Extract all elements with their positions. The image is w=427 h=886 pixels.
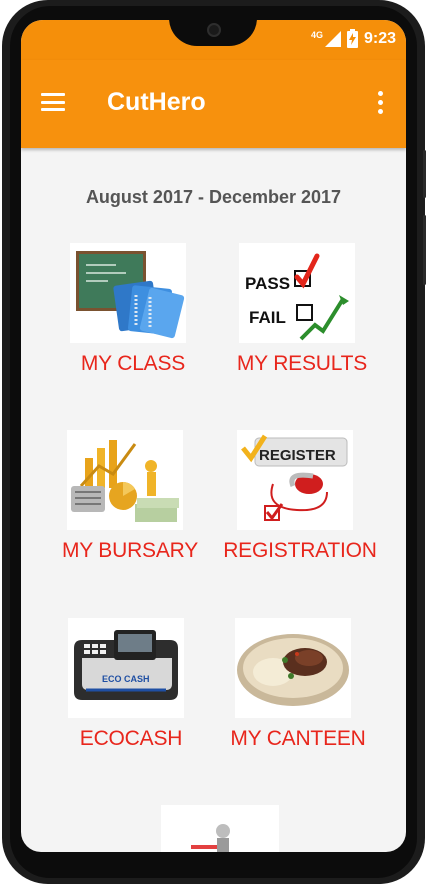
tile-my-results[interactable]: PASS FAIL MY RESULTS [217, 243, 387, 403]
signal-icon [324, 30, 341, 47]
tile-label: MY CLASS [80, 352, 186, 375]
tile-my-class[interactable]: MY CLASS [48, 243, 218, 403]
tile-label: MY CANTEEN [230, 727, 366, 750]
register-text: REGISTER [259, 447, 336, 464]
tile-my-canteen[interactable]: MY CANTEEN [213, 618, 383, 778]
hamburger-menu-icon[interactable] [41, 93, 65, 111]
battery-charging-icon [346, 29, 358, 48]
tile-label: MY BURSARY [61, 539, 199, 562]
tile-ecocash[interactable]: ECO CASH ECOCASH [46, 618, 216, 778]
pass-fail-icon: PASS FAIL [239, 243, 355, 343]
network-type: 4G [310, 29, 323, 40]
ecocash-terminal-icon: ECO CASH [68, 618, 184, 718]
status-icons: 4G 9:23 [311, 29, 396, 48]
clock: 9:23 [363, 29, 396, 47]
finance-chart-icon [67, 430, 183, 530]
volume-button [423, 215, 426, 285]
screen: 4G 9:23 CutHero August 2017 - December 2… [21, 20, 406, 852]
classroom-books-icon [70, 243, 186, 343]
food-plate-icon [235, 618, 351, 718]
app-bar: CutHero [21, 60, 406, 148]
register-checklist-icon: REGISTER [237, 430, 353, 530]
front-camera [207, 23, 221, 37]
overflow-menu-icon[interactable] [378, 91, 384, 117]
status-bar: 4G 9:23 [21, 20, 406, 60]
power-button [423, 150, 426, 198]
next-tile-partial[interactable] [161, 805, 279, 852]
tile-label: MY RESULTS [236, 352, 368, 375]
tile-registration[interactable]: REGISTER REGISTRATION [215, 430, 385, 590]
pass-text: PASS [245, 274, 290, 293]
tile-label: REGISTRATION [223, 539, 377, 562]
tile-label: ECOCASH [79, 727, 183, 750]
app-title: CutHero [107, 88, 206, 116]
fail-text: FAIL [249, 308, 286, 327]
academic-period: August 2017 - December 2017 [85, 187, 342, 207]
ecocash-text: ECO CASH [102, 674, 150, 684]
tile-my-bursary[interactable]: MY BURSARY [45, 430, 215, 590]
